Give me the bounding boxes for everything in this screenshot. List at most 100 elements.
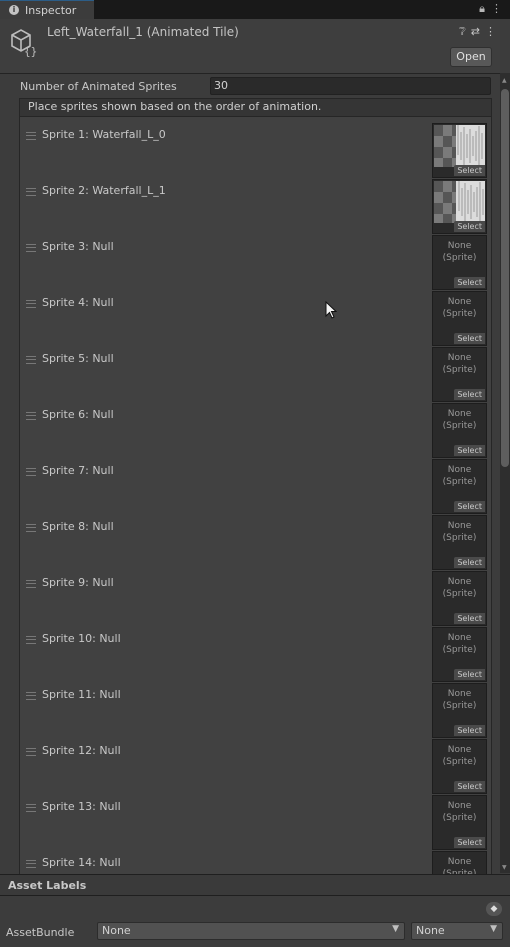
- asset-bundle-name-value: None: [102, 924, 131, 937]
- drag-handle-icon[interactable]: [26, 524, 36, 532]
- sprite-list-item[interactable]: Sprite 10: Null None (Sprite) Select: [20, 625, 491, 682]
- vertical-scrollbar[interactable]: ▲ ▼: [500, 73, 510, 873]
- inspector-header: {} Left_Waterfall_1 (Animated Tile) ❔︎ ⇄ ⋮…: [0, 19, 500, 74]
- scroll-down-icon[interactable]: ▼: [502, 864, 507, 871]
- sprite-label: Sprite 1: Waterfall_L_0: [42, 128, 166, 141]
- empty-slot-text: None (Sprite): [442, 521, 477, 543]
- sprite-list-item[interactable]: Sprite 12: Null None (Sprite) Select: [20, 737, 491, 794]
- sprite-object-field[interactable]: None (Sprite) Select: [432, 347, 487, 402]
- asset-bundle-name-dropdown[interactable]: None ▼: [97, 922, 405, 940]
- chevron-down-icon: ▼: [392, 924, 399, 934]
- help-icon[interactable]: ❔︎: [459, 25, 466, 38]
- empty-slot-text: None (Sprite): [442, 801, 477, 823]
- tag-icon[interactable]: ◆: [486, 902, 502, 916]
- sprite-label: Sprite 7: Null: [42, 464, 114, 477]
- tab-bar: i Inspector 🔒︎ ⋮: [0, 0, 510, 19]
- scroll-thumb[interactable]: [501, 89, 509, 467]
- svg-text:{}: {}: [24, 45, 37, 57]
- sprite-label: Sprite 6: Null: [42, 408, 114, 421]
- tab-icons: 🔒︎ ⋮: [473, 2, 502, 16]
- drag-handle-icon[interactable]: [26, 132, 36, 140]
- empty-slot-text: None (Sprite): [442, 465, 477, 487]
- asset-bundle-variant-value: None: [416, 924, 445, 937]
- select-button[interactable]: Select: [454, 725, 485, 736]
- tab-title: Inspector: [25, 4, 77, 17]
- animated-sprites-count-label: Number of Animated Sprites: [20, 80, 177, 93]
- more-vert-icon[interactable]: ⋮: [491, 2, 502, 15]
- sprite-object-field[interactable]: None (Sprite) Select: [432, 795, 487, 850]
- sprite-object-field[interactable]: None (Sprite) Select: [432, 571, 487, 626]
- sprite-object-field[interactable]: None (Sprite) Select: [432, 739, 487, 794]
- drag-handle-icon[interactable]: [26, 412, 36, 420]
- empty-slot-text: None (Sprite): [442, 689, 477, 711]
- object-title: Left_Waterfall_1 (Animated Tile): [47, 25, 239, 39]
- select-button[interactable]: Select: [454, 613, 485, 624]
- sprite-object-field[interactable]: None (Sprite) Select: [432, 627, 487, 682]
- sprite-list-item[interactable]: Sprite 9: Null None (Sprite) Select: [20, 569, 491, 626]
- empty-slot-text: None (Sprite): [442, 577, 477, 599]
- mouse-cursor-icon: [325, 301, 337, 319]
- sprite-object-field[interactable]: None (Sprite) Select: [432, 459, 487, 514]
- drag-handle-icon[interactable]: [26, 860, 36, 868]
- more-vert-icon[interactable]: ⋮: [485, 25, 496, 38]
- lock-icon[interactable]: 🔒︎: [479, 2, 485, 15]
- empty-slot-text: None (Sprite): [442, 241, 477, 263]
- sprite-list-item[interactable]: Sprite 4: Null None (Sprite) Select: [20, 289, 491, 346]
- drag-handle-icon[interactable]: [26, 636, 36, 644]
- sprite-object-field[interactable]: Select: [432, 123, 487, 178]
- sprite-object-field[interactable]: None (Sprite) Select: [432, 683, 487, 738]
- select-button[interactable]: Select: [454, 557, 485, 568]
- select-button[interactable]: Select: [454, 277, 485, 288]
- open-button[interactable]: Open: [450, 47, 492, 67]
- select-button[interactable]: Select: [454, 501, 485, 512]
- drag-handle-icon[interactable]: [26, 804, 36, 812]
- select-button[interactable]: Select: [454, 445, 485, 456]
- select-button[interactable]: Select: [454, 669, 485, 680]
- select-button[interactable]: Select: [454, 165, 485, 176]
- sprite-list-item[interactable]: Sprite 13: Null None (Sprite) Select: [20, 793, 491, 850]
- preset-icon[interactable]: ⇄: [471, 25, 480, 38]
- sprite-list-item[interactable]: Sprite 8: Null None (Sprite) Select: [20, 513, 491, 570]
- sprite-label: Sprite 8: Null: [42, 520, 114, 533]
- select-button[interactable]: Select: [454, 837, 485, 848]
- sprite-list-item[interactable]: Sprite 7: Null None (Sprite) Select: [20, 457, 491, 514]
- sprite-list-item[interactable]: Sprite 6: Null None (Sprite) Select: [20, 401, 491, 458]
- drag-handle-icon[interactable]: [26, 468, 36, 476]
- asset-bundle-variant-dropdown[interactable]: None ▼: [411, 922, 503, 940]
- asset-labels-title: Asset Labels: [8, 879, 87, 892]
- drag-handle-icon[interactable]: [26, 692, 36, 700]
- drag-handle-icon[interactable]: [26, 580, 36, 588]
- sprite-object-field[interactable]: None (Sprite) Select: [432, 515, 487, 570]
- sprite-object-field[interactable]: None (Sprite) Select: [432, 291, 487, 346]
- drag-handle-icon[interactable]: [26, 244, 36, 252]
- sprite-label: Sprite 2: Waterfall_L_1: [42, 184, 166, 197]
- sprite-label: Sprite 4: Null: [42, 296, 114, 309]
- sprite-thumbnail: [434, 125, 485, 167]
- asset-labels-bar[interactable]: Asset Labels: [0, 874, 510, 896]
- sprite-list-item[interactable]: Sprite 1: Waterfall_L_0 Select: [20, 121, 491, 178]
- empty-slot-text: None (Sprite): [442, 633, 477, 655]
- sprite-list-item[interactable]: Sprite 14: NullNone (Sprite)Select: [20, 849, 491, 876]
- drag-handle-icon[interactable]: [26, 300, 36, 308]
- scroll-up-icon[interactable]: ▲: [502, 77, 507, 84]
- animated-sprites-count-field[interactable]: 30: [210, 77, 491, 95]
- select-button[interactable]: Select: [454, 389, 485, 400]
- sprite-label: Sprite 3: Null: [42, 240, 114, 253]
- sprite-object-field[interactable]: None (Sprite) Select: [432, 403, 487, 458]
- header-icons: ❔︎ ⇄ ⋮: [454, 25, 496, 39]
- info-icon: i: [9, 5, 19, 15]
- sprite-object-field[interactable]: Select: [432, 179, 487, 234]
- sprite-list-item[interactable]: Sprite 5: Null None (Sprite) Select: [20, 345, 491, 402]
- sprite-list-item[interactable]: Sprite 2: Waterfall_L_1 Select: [20, 177, 491, 234]
- select-button[interactable]: Select: [454, 781, 485, 792]
- drag-handle-icon[interactable]: [26, 748, 36, 756]
- tab-inspector[interactable]: i Inspector: [0, 0, 94, 19]
- sprite-object-field[interactable]: None (Sprite) Select: [432, 235, 487, 290]
- select-button[interactable]: Select: [454, 221, 485, 232]
- drag-handle-icon[interactable]: [26, 356, 36, 364]
- drag-handle-icon[interactable]: [26, 188, 36, 196]
- empty-slot-text: None (Sprite): [442, 353, 477, 375]
- select-button[interactable]: Select: [454, 333, 485, 344]
- sprite-list-item[interactable]: Sprite 3: Null None (Sprite) Select: [20, 233, 491, 290]
- sprite-list-item[interactable]: Sprite 11: Null None (Sprite) Select: [20, 681, 491, 738]
